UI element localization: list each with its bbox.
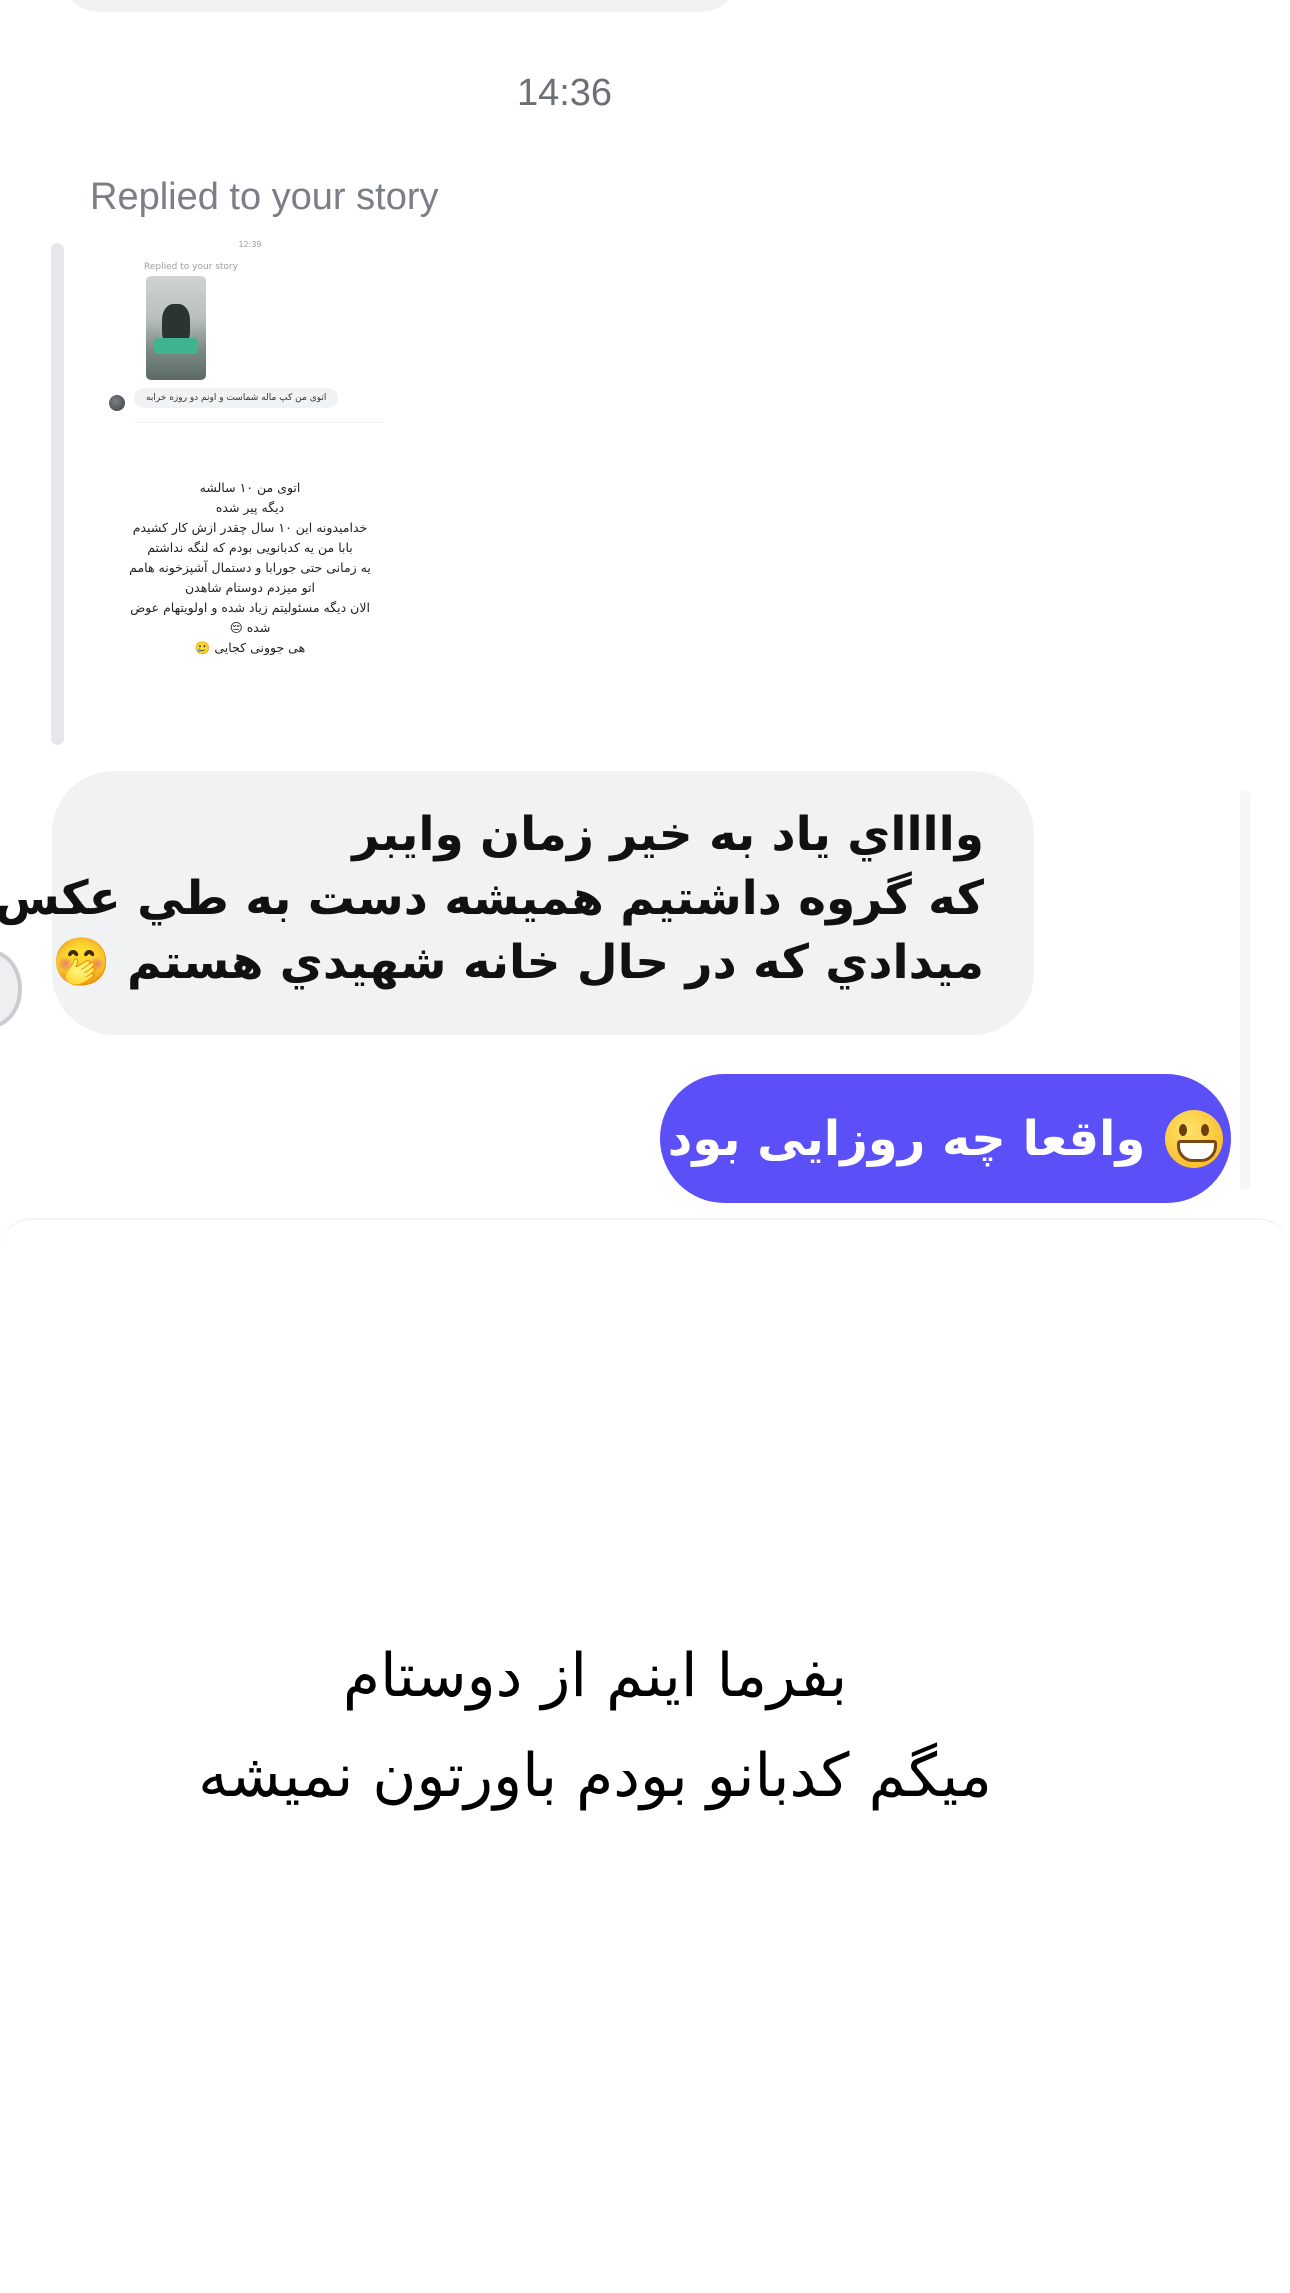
story-reply-indicator-bar [51,243,64,745]
grinning-face-emoji-icon [1165,1109,1224,1168]
message-timestamp: 14:36 [516,72,613,114]
story-caption-line: بابا من یه کدبانویی بودم که لنگه نداشتم [147,540,353,555]
story-reply-message: اتوی من کپ ماله شماست و اونم دو روزه خرا… [134,388,339,408]
received-message-line-with-emoji: ميدادي كه در حال خانه شهيدي هستم 🤭 [52,931,984,995]
received-message-line: كه گروه داشتيم هميشه دست به طي عكس [0,871,984,926]
received-message-bubble[interactable]: وااااي ياد به خير زمان وايبر كه گروه داش… [0,771,1034,1035]
story-caption-line: خدامیدونه این ۱۰ سال چقدر ازش کار کشیدم [132,520,368,535]
replied-to-story-label: Replied to your story [90,176,439,218]
caption-line: بفرما اینم از دوستام [342,1641,848,1711]
story-caption-line: شده 😔 [229,620,271,635]
story-caption: اتوی من ۱۰ سالشه دیگه پیر شده خدامیدونه … [100,478,400,658]
story-divider [134,422,384,423]
story-timestamp: 12:39 [238,240,262,249]
received-message-line: ميدادي كه در حال خانه شهيدي هستم [126,935,984,990]
photo-cloth [154,338,198,354]
caption-line: میگم کدبانو بودم باورتون نمیشه [198,1741,992,1811]
story-replied-label: Replied to your story [144,262,238,272]
story-caption-line: اتو میزدم دوستام شاهدن [184,580,315,595]
scroll-edge [1240,790,1250,1190]
story-photo [146,276,206,380]
previous-message-bubble [60,0,740,12]
story-caption-line: دیگه پیر شده [215,500,285,515]
received-message-text: وااااي ياد به خير زمان وايبر كه گروه داش… [0,803,984,995]
sender-avatar[interactable] [0,950,22,1028]
story-caption-line: هی جوونی کجایی 🥲 [194,640,306,655]
story-preview[interactable]: 12:39 Replied to your story اتوی من کپ م… [100,236,400,676]
received-message-line: وااااي ياد به خير زمان وايبر [352,807,984,862]
story-caption-line: اتوی من ۱۰ سالشه [199,480,301,495]
story-avatar [109,395,125,411]
story-caption-line: الان دیگه مسئولیتم زیاد شده و اولویتهام … [130,600,370,615]
chat-bottom-edge [0,1218,1290,1250]
sent-message-bubble[interactable]: واقعا چه روزایی بود [660,1074,1231,1203]
caption-overlay: بفرما اینم از دوستام میگم کدبانو بودم با… [0,1626,1190,1826]
sent-message-text: واقعا چه روزایی بود [667,1110,1146,1167]
hand-over-mouth-emoji-icon: 🤭 [52,935,111,990]
story-caption-line: یه زمانی حتی جورابا و دستمال آشپزخونه ها… [129,560,371,575]
